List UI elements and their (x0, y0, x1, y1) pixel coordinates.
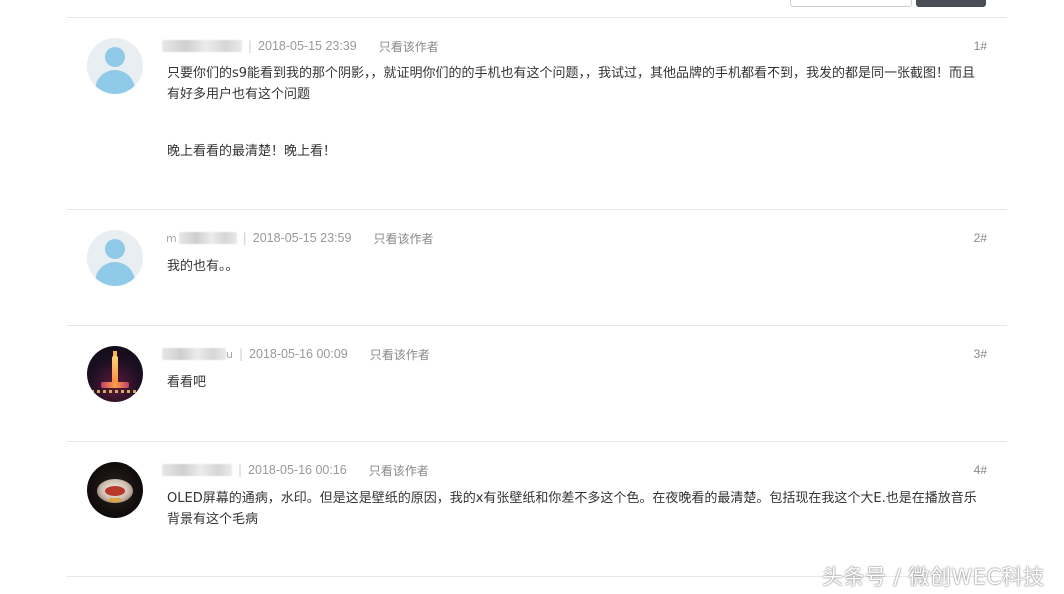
only-this-author-link[interactable]: 只看该作者 (379, 38, 439, 55)
meta-separator: | (238, 463, 243, 477)
user-avatar[interactable] (87, 462, 143, 518)
avatar-head-shape (105, 239, 125, 259)
top-secondary-button[interactable] (790, 0, 912, 7)
avatar-body-shape (95, 262, 135, 286)
only-this-author-link[interactable]: 只看该作者 (373, 230, 433, 247)
post-content: 只要你们的s9能看到我的那个阴影，，就证明你们的的手机也有这个问题，，我试过，其… (167, 63, 987, 162)
top-divider (67, 17, 1007, 18)
top-primary-button[interactable] (916, 0, 986, 7)
post-paragraph: 看看吧 (167, 375, 207, 390)
post-paragraph: OLED屏幕的通病，水印。但是这是壁纸的原因，我的x有张壁纸和你差不多这个色。在… (167, 491, 977, 527)
avatar-accent (109, 498, 121, 502)
username-fragment: m (166, 231, 177, 245)
floor-number: 2# (973, 231, 987, 245)
user-avatar[interactable] (87, 230, 143, 286)
watermark: 头条号 / 微创WEC科技 (822, 565, 1045, 589)
post-divider (67, 209, 1007, 210)
post-date: 2018-05-15 23:39 (258, 39, 357, 53)
username-blurred[interactable] (162, 348, 226, 360)
post-meta: m | 2018-05-15 23:59 只看该作者 (166, 230, 433, 246)
floor-number: 4# (973, 463, 987, 477)
avatar-tower (112, 356, 118, 384)
avatar-sauce (105, 486, 125, 496)
post-date: 2018-05-16 00:09 (249, 347, 348, 361)
post-divider (67, 441, 1007, 442)
username-blurred[interactable] (178, 232, 237, 244)
post-meta: u | 2018-05-16 00:09 只看该作者 (162, 346, 430, 362)
meta-separator: | (242, 231, 247, 245)
user-avatar[interactable] (87, 346, 143, 402)
floor-number: 3# (973, 347, 987, 361)
post-divider (67, 325, 1007, 326)
post-date: 2018-05-16 00:16 (248, 463, 347, 477)
avatar-base (101, 382, 129, 388)
floor-number: 1# (973, 39, 987, 53)
meta-separator: | (238, 347, 244, 361)
avatar-body-shape (95, 70, 135, 94)
avatar-head-shape (105, 47, 125, 67)
avatar-lights (91, 390, 139, 393)
username-fragment: u (226, 347, 233, 361)
post-date: 2018-05-15 23:59 (252, 231, 352, 245)
username-blurred[interactable] (162, 464, 232, 476)
post-paragraph: 只要你们的s9能看到我的那个阴影，，就证明你们的的手机也有这个问题，，我试过，其… (167, 66, 976, 102)
post-paragraph: 晚上看看的最清楚！晚上看！ (167, 144, 337, 159)
post-meta: | 2018-05-16 00:16 只看该作者 (162, 462, 429, 478)
user-avatar[interactable] (87, 38, 143, 94)
only-this-author-link[interactable]: 只看该作者 (369, 462, 429, 479)
username-blurred[interactable] (162, 40, 242, 52)
post-content: 我的也有。。 (167, 256, 987, 277)
meta-separator: | (248, 39, 253, 53)
post-meta: | 2018-05-15 23:39 只看该作者 (162, 38, 439, 54)
post-content: OLED屏幕的通病，水印。但是这是壁纸的原因，我的x有张壁纸和你差不多这个色。在… (167, 488, 987, 530)
post-content: 看看吧 (167, 372, 987, 393)
post-paragraph: 我的也有。。 (167, 259, 239, 274)
only-this-author-link[interactable]: 只看该作者 (370, 346, 430, 363)
